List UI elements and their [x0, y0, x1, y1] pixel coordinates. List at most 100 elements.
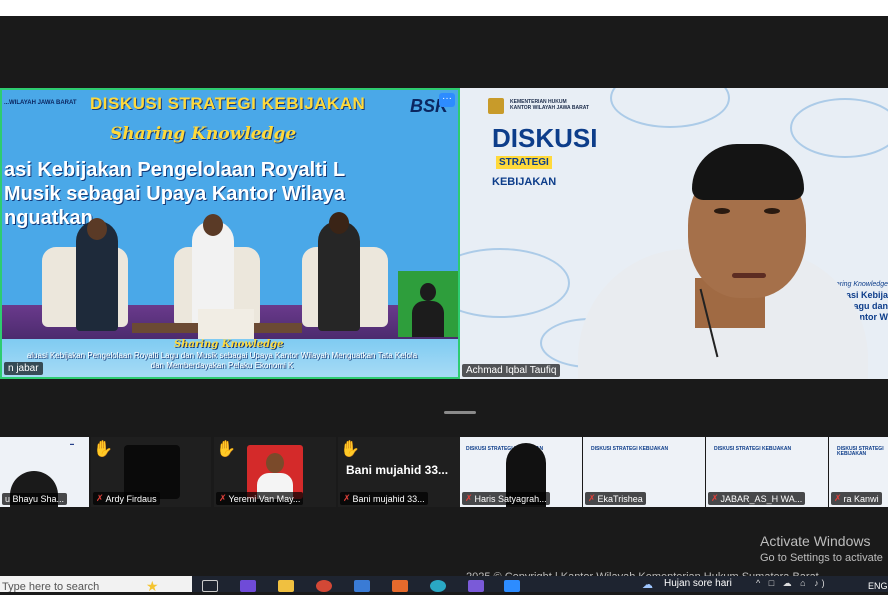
strip-tile-3[interactable]: ✋ ✗ Yeremi Van May...: [214, 437, 336, 507]
activate-windows-subtitle: Go to Settings to activate: [760, 552, 883, 564]
edge-icon[interactable]: [430, 580, 446, 592]
event-topic-line-3: nguatkan: [4, 207, 93, 229]
strip-name-tag: ✗ Yeremi Van May...: [216, 492, 304, 505]
strip-name: Ardy Firdaus: [105, 493, 157, 504]
strip-name-tag: u Bhayu Sha...: [2, 493, 68, 505]
zoom-icon[interactable]: [504, 580, 520, 592]
strip-name-tag: ✗ JABAR_AS_H WA...: [708, 492, 806, 505]
participant-display-name: Bani mujahid 33...: [346, 463, 449, 477]
banner-line-2: dan Memberdayakan Pelaku Ekonomi K: [150, 361, 294, 370]
profile-face: [266, 453, 284, 473]
task-view-icon[interactable]: [202, 580, 218, 592]
panelist-2-head: [203, 214, 223, 236]
speaker-eye-right: [764, 208, 780, 214]
batik-pattern: [460, 248, 570, 318]
sharing-knowledge-title: Sharing Knowledge: [110, 124, 297, 144]
strip-tile-6[interactable]: DISKUSI STRATEGI KEBIJAKAN ✗ EkaTrishea: [583, 437, 705, 507]
more-options-button[interactable]: ···: [439, 93, 455, 107]
event-topic-line-2: Musik sebagai Upaya Kantor Wilaya: [4, 183, 346, 205]
mini-slide-text: DISKUSI STRATEGI KEBIJAKAN: [591, 446, 669, 452]
backdrop-kebijakan: KEBIJAKAN: [492, 176, 557, 188]
batik-pattern: [610, 88, 730, 128]
ministry-emblem-icon: [488, 98, 504, 114]
banner-line-1: aluasi Kebijakan Pengelolaan Royalti Lag…: [26, 351, 418, 360]
hand-raised-icon: ✋: [93, 441, 113, 458]
copilot-icon[interactable]: [240, 580, 256, 592]
strip-tile-7[interactable]: DISKUSI STRATEGI KEBIJAKAN ✗ JABAR_AS_H W…: [706, 437, 828, 507]
file-explorer-icon[interactable]: [278, 580, 294, 592]
mic-muted-icon: ✗: [465, 493, 473, 503]
strip-name: Haris Satyagrah...: [474, 493, 547, 504]
logo-line-2: KANTOR WILAYAH JAWA BARAT: [510, 105, 589, 111]
mic-muted-icon: ✗: [219, 493, 227, 503]
teams-icon[interactable]: [468, 580, 484, 592]
speaker-mouth: [732, 273, 766, 278]
mic-muted-icon: ✗: [711, 493, 719, 503]
participant-name-tag: n jabar: [4, 362, 43, 375]
mic-muted-icon: ✗: [343, 493, 351, 503]
sign-language-interpreter: [398, 271, 458, 337]
ministry-logo-text: KEMENTERIAN HUKUM KANTOR WILAYAH JAWA BA…: [510, 99, 589, 111]
video-off-box: [124, 445, 180, 499]
strip-tile-8[interactable]: DISKUSI STRATEGI KEBIJAKAN ✗ ra Kanwi: [829, 437, 888, 507]
activate-windows-title: Activate Windows: [760, 533, 871, 549]
strip-name: ra Kanwi: [843, 493, 879, 504]
stage-banner-bottom: Sharing Knowledge aluasi Kebijakan Penge…: [2, 339, 458, 377]
banner-text: aluasi Kebijakan Pengelolaan Royalti Lag…: [2, 351, 442, 371]
strip-name-tag: ✗ EkaTrishea: [585, 492, 646, 505]
mini-slide-logo: ▬: [70, 441, 74, 446]
strip-tile-4[interactable]: ✋ Bani mujahid 33... ✗ Bani mujahid 33...: [338, 437, 460, 507]
backdrop-diskusi: DISKUSI: [492, 123, 598, 153]
mic-muted-icon: ✗: [834, 493, 842, 503]
strip-tile-1[interactable]: ▬ u Bhayu Sha...: [0, 437, 89, 507]
strip-tile-2[interactable]: ✋ ✗ Ardy Firdaus: [91, 437, 211, 507]
strip-tile-5[interactable]: DISKUSI STRATEGI KEBIJAKAN ✗ Haris Satyag…: [460, 437, 582, 507]
hand-raised-icon: ✋: [216, 441, 236, 458]
strip-name-tag: ✗ Ardy Firdaus: [93, 492, 160, 505]
hand-raised-icon: ✋: [340, 441, 360, 458]
taskbar-search[interactable]: Type here to search: [0, 576, 192, 592]
active-speaker-tile[interactable]: ...WILAYAH JAWA BARAT DISKUSI STRATEGI K…: [0, 88, 460, 379]
strip-name: u Bhayu Sha...: [5, 494, 65, 504]
participant-name-tag: Achmad Iqbal Taufiq: [462, 364, 561, 377]
mini-slide-text: DISKUSI STRATEGI KEBIJAKAN: [714, 446, 792, 452]
meeting-stage: ...WILAYAH JAWA BARAT DISKUSI STRATEGI K…: [0, 16, 888, 576]
weather-icon: ☁: [642, 579, 653, 591]
language-indicator[interactable]: ENG: [868, 581, 888, 591]
top-bar: [0, 0, 888, 16]
event-logo-left: ...WILAYAH JAWA BARAT: [4, 100, 77, 106]
banner-sharing-title: Sharing Knowledge: [174, 339, 284, 350]
strip-name-tag: ✗ Haris Satyagrah...: [462, 492, 550, 505]
strip-name: EkaTrishea: [597, 493, 643, 504]
mic-muted-icon: ✗: [588, 493, 596, 503]
strip-name-tag: ✗ ra Kanwi: [831, 492, 882, 505]
search-highlight-icon: ★: [146, 578, 159, 594]
backdrop-strategi: STRATEGI: [496, 156, 552, 169]
mic-muted-icon: ✗: [96, 493, 104, 503]
app-icon[interactable]: [392, 580, 408, 592]
strip-name: Bani mujahid 33...: [352, 493, 425, 504]
system-tray[interactable]: ^ □ ☁ ⌂ ♪): [756, 578, 828, 589]
mini-slide-text: DISKUSI STRATEGI KEBIJAKAN: [837, 446, 884, 457]
weather-text[interactable]: Hujan sore hari: [664, 578, 732, 589]
event-headline: DISKUSI STRATEGI KEBIJAKAN: [90, 94, 366, 113]
profile-photo: [247, 445, 303, 499]
interpreter-head: [420, 283, 436, 301]
panelist-3: [318, 221, 360, 331]
chrome-icon[interactable]: [316, 580, 332, 592]
panelist-1-head: [87, 218, 107, 240]
table-cloth: [198, 309, 254, 339]
strip-name: Yeremi Van May...: [228, 493, 301, 504]
strip-name-tag: ✗ Bani mujahid 33...: [340, 492, 428, 505]
panelist-3-head: [329, 212, 349, 234]
event-topic: asi Kebijakan Pengelolaan Royalti L Musi…: [4, 158, 345, 230]
speaker-hair: [692, 144, 804, 200]
windows-taskbar: Type here to search ★ ☁ Hujan sore hari …: [0, 576, 888, 594]
interpreter-body: [412, 301, 444, 337]
strip-name: JABAR_AS_H WA...: [720, 493, 803, 504]
participant-video-tile[interactable]: KEMENTERIAN HUKUM KANTOR WILAYAH JAWA BA…: [460, 88, 888, 379]
speaker-eye-left: [714, 208, 730, 214]
event-topic-line-1: asi Kebijakan Pengelolaan Royalti L: [4, 159, 346, 181]
resize-handle[interactable]: [444, 411, 476, 414]
store-icon[interactable]: [354, 580, 370, 592]
